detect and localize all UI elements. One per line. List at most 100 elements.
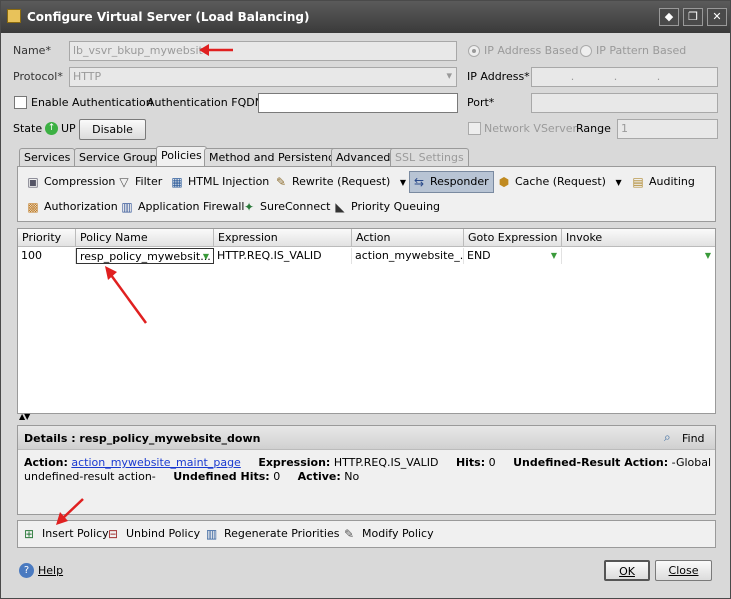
policy-name-value: resp_policy_mywebsit... bbox=[80, 250, 211, 263]
cell-expression[interactable]: HTTP.REQ.IS_VALID bbox=[214, 248, 352, 264]
priority-queuing-icon: ◣ bbox=[335, 200, 345, 214]
state-value: UP bbox=[61, 122, 76, 135]
expression-value: HTTP.REQ.IS_VALID bbox=[333, 456, 439, 469]
protocol-select[interactable]: HTTP ▾ bbox=[69, 67, 457, 87]
column-header-expression[interactable]: Expression bbox=[214, 229, 352, 247]
tab-advanced[interactable]: Advanced bbox=[331, 148, 396, 166]
action-link[interactable]: action_mywebsite_maint_page bbox=[71, 456, 240, 469]
ip-pattern-label: IP Pattern Based bbox=[596, 44, 687, 57]
ip-address-field[interactable]: . . . bbox=[531, 67, 718, 87]
ok-button[interactable]: OK bbox=[604, 560, 650, 581]
insert-policy-button[interactable]: ⊞ Insert Policy bbox=[22, 527, 109, 541]
regenerate-icon: ▥ bbox=[206, 527, 218, 541]
name-label: Name* bbox=[13, 44, 51, 57]
cell-priority[interactable]: 100 bbox=[18, 248, 76, 264]
chevron-down-icon[interactable]: ▼ bbox=[203, 252, 209, 261]
toolbar-cache[interactable]: ⬢ Cache (Request) ▼ bbox=[495, 172, 622, 194]
toolbar-label: HTML Injection bbox=[188, 175, 270, 188]
close-button[interactable]: Close bbox=[655, 560, 712, 581]
enable-auth-checkbox[interactable] bbox=[14, 96, 27, 109]
unbind-policy-button[interactable]: ⊟ Unbind Policy bbox=[106, 527, 201, 541]
unbind-icon: ⊟ bbox=[108, 527, 119, 541]
cell-invoke[interactable]: ▼ bbox=[562, 248, 715, 264]
cell-goto[interactable]: END ▼ bbox=[464, 248, 562, 264]
help-link[interactable]: Help bbox=[38, 564, 63, 577]
regenerate-priorities-button[interactable]: ▥ Regenerate Priorities bbox=[204, 527, 339, 541]
tab-service-groups[interactable]: Service Groups bbox=[74, 148, 168, 166]
settings-icon[interactable]: ◆ bbox=[659, 8, 679, 26]
modify-policy-label: Modify Policy bbox=[362, 527, 434, 540]
toolbar-label: Cache (Request) bbox=[515, 175, 606, 188]
column-header-action[interactable]: Action bbox=[352, 229, 464, 247]
annotation-arrow bbox=[199, 44, 233, 56]
column-header-policy-name[interactable]: Policy Name bbox=[76, 229, 214, 247]
active-label: Active: bbox=[297, 470, 341, 483]
toolbar-rewrite[interactable]: ✎ Rewrite (Request) ▼ bbox=[272, 172, 406, 194]
modify-icon: ✎ bbox=[344, 527, 355, 541]
column-header-goto[interactable]: Goto Expression bbox=[464, 229, 562, 247]
policy-actions-bar: ⊞ Insert Policy ⊟ Unbind Policy ▥ Regene… bbox=[17, 520, 716, 548]
undef-action-value: -Global bbox=[671, 456, 712, 469]
help-icon[interactable]: ? bbox=[19, 563, 34, 578]
search-icon[interactable]: ⌕ bbox=[664, 430, 671, 445]
splitter-arrows-icon[interactable]: ▲▼ bbox=[19, 412, 30, 421]
chevron-down-icon: ▾ bbox=[446, 69, 452, 82]
toolbar-filter[interactable]: ▽ Filter bbox=[115, 172, 162, 194]
toolbar-label: SureConnect bbox=[260, 200, 331, 213]
tab-method-persistence[interactable]: Method and Persistence bbox=[204, 148, 346, 166]
toolbar-label: Filter bbox=[135, 175, 163, 188]
toolbar-auditing[interactable]: ▤ Auditing bbox=[629, 172, 695, 194]
annotation-arrow bbox=[105, 266, 148, 324]
name-field[interactable]: lb_vsvr_bkup_mywebsite bbox=[69, 41, 457, 61]
ip-based-radio[interactable] bbox=[468, 45, 480, 57]
tab-ssl-settings[interactable]: SSL Settings bbox=[390, 148, 469, 166]
toolbar-label: Compression bbox=[44, 175, 116, 188]
firewall-icon: ▥ bbox=[121, 200, 133, 214]
policy-type-toolbar: ▣ Compression ▽ Filter ▦ HTML Injection … bbox=[17, 166, 716, 222]
toolbar-compression[interactable]: ▣ Compression bbox=[24, 172, 115, 194]
toolbar-responder[interactable]: ⇆ Responder bbox=[409, 171, 494, 193]
compression-icon: ▣ bbox=[27, 175, 39, 189]
find-button[interactable]: Find bbox=[682, 432, 705, 445]
details-line-1: Action: action_mywebsite_maint_page Expr… bbox=[24, 456, 711, 469]
undef-hits-label: Undefined Hits: bbox=[173, 470, 270, 483]
chevron-down-icon[interactable]: ▼ bbox=[615, 178, 621, 187]
chevron-down-icon[interactable]: ▼ bbox=[705, 251, 711, 260]
tab-services[interactable]: Services bbox=[19, 148, 76, 166]
chevron-down-icon[interactable]: ▼ bbox=[551, 251, 557, 260]
cell-action[interactable]: action_mywebsite_... bbox=[352, 248, 464, 264]
action-label: Action: bbox=[24, 456, 68, 469]
port-field[interactable] bbox=[531, 93, 718, 113]
html-injection-icon: ▦ bbox=[171, 175, 183, 189]
network-vserver-checkbox[interactable] bbox=[468, 122, 481, 135]
column-header-priority[interactable]: Priority bbox=[18, 229, 76, 247]
disable-button[interactable]: Disable bbox=[79, 119, 146, 140]
toolbar-html-injection[interactable]: ▦ HTML Injection bbox=[168, 172, 269, 194]
title-bar: Configure Virtual Server (Load Balancing… bbox=[1, 1, 730, 33]
unbind-policy-label: Unbind Policy bbox=[126, 527, 201, 540]
auth-fqdn-input[interactable] bbox=[258, 93, 458, 113]
toolbar-sureconnect[interactable]: ✦ SureConnect bbox=[240, 197, 331, 219]
column-header-invoke[interactable]: Invoke bbox=[562, 229, 715, 247]
ip-address-label: IP Address* bbox=[467, 70, 530, 83]
details-title: Details : resp_policy_mywebsite_down bbox=[24, 432, 261, 445]
filter-icon: ▽ bbox=[119, 175, 129, 189]
expression-label: Expression: bbox=[258, 456, 331, 469]
toolbar-priority-queuing[interactable]: ◣ Priority Queuing bbox=[331, 197, 440, 219]
close-icon[interactable]: ✕ bbox=[707, 8, 727, 26]
modify-policy-button[interactable]: ✎ Modify Policy bbox=[342, 527, 434, 541]
active-value: No bbox=[344, 470, 360, 483]
hits-value: 0 bbox=[488, 456, 496, 469]
toolbar-app-firewall[interactable]: ▥ Application Firewall bbox=[118, 197, 244, 219]
chevron-down-icon[interactable]: ▼ bbox=[400, 178, 406, 187]
tab-policies[interactable]: Policies bbox=[156, 146, 207, 167]
undef-action-cont: undefined-result action- bbox=[24, 470, 156, 483]
auditing-icon: ▤ bbox=[632, 175, 644, 189]
ip-pattern-radio[interactable] bbox=[580, 45, 592, 57]
toolbar-authorization[interactable]: ▩ Authorization bbox=[24, 197, 117, 219]
range-field[interactable]: 1 bbox=[617, 119, 718, 139]
dialog-window: Configure Virtual Server (Load Balancing… bbox=[0, 0, 731, 599]
details-pane: Details : resp_policy_mywebsite_down ⌕ F… bbox=[17, 425, 716, 515]
maximize-icon[interactable]: ❐ bbox=[683, 8, 703, 26]
cell-policy-name[interactable]: resp_policy_mywebsit... ▼ bbox=[76, 248, 214, 264]
